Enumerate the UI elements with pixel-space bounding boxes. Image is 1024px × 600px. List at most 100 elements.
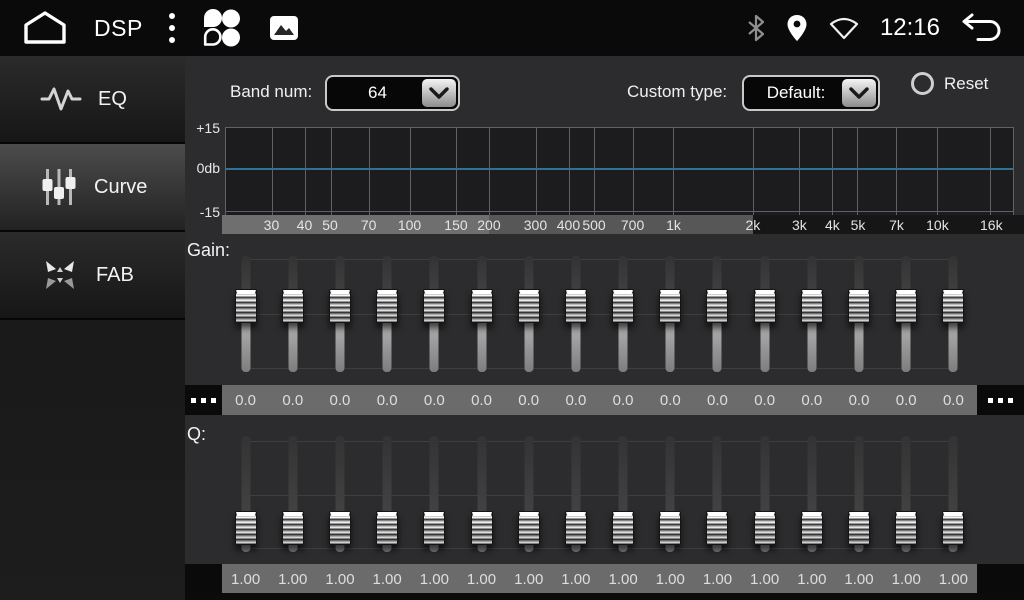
gain-slider-handle[interactable] (659, 289, 681, 323)
sidebar-item-fab[interactable]: FAB (0, 232, 185, 320)
gain-slider-handle[interactable] (754, 289, 776, 323)
sidebar-item-eq[interactable]: EQ (0, 56, 185, 144)
q-value: 1.00 (458, 564, 505, 594)
back-icon[interactable] (960, 13, 1002, 43)
q-slider[interactable] (364, 436, 411, 552)
q-slider-handle[interactable] (282, 511, 304, 545)
q-slider[interactable] (552, 436, 599, 552)
freq-gridline (896, 128, 897, 215)
gain-slider[interactable] (269, 256, 316, 372)
custom-type-select[interactable]: Default: (742, 75, 880, 111)
q-value: 1.00 (835, 564, 882, 594)
y-axis-label-zero: 0db (185, 160, 220, 176)
apps-clover-icon[interactable] (201, 8, 243, 48)
gain-slider-handle[interactable] (612, 289, 634, 323)
gain-slider[interactable] (316, 256, 363, 372)
q-slider[interactable] (600, 436, 647, 552)
gain-slider-handle[interactable] (518, 289, 540, 323)
gain-slider[interactable] (883, 256, 930, 372)
freq-gridline (937, 128, 938, 215)
gain-more-right-button[interactable] (977, 385, 1024, 415)
q-slider[interactable] (505, 436, 552, 552)
sidebar-item-label: Curve (94, 176, 147, 199)
gain-value: 0.0 (269, 385, 316, 415)
q-slider-handle[interactable] (518, 511, 540, 545)
q-slider-handle[interactable] (706, 511, 728, 545)
q-slider[interactable] (694, 436, 741, 552)
q-slider-handle[interactable] (235, 511, 257, 545)
q-slider-handle[interactable] (895, 511, 917, 545)
q-slider-handle[interactable] (376, 511, 398, 545)
gain-slider[interactable] (458, 256, 505, 372)
gain-sliders (222, 256, 977, 372)
q-slider[interactable] (269, 436, 316, 552)
gain-slider[interactable] (788, 256, 835, 372)
q-slider[interactable] (741, 436, 788, 552)
gain-slider-handle[interactable] (848, 289, 870, 323)
q-right-cap (977, 564, 1024, 594)
custom-type-label: Custom type: (627, 82, 727, 102)
gain-slider-handle[interactable] (471, 289, 493, 323)
gain-slider-handle[interactable] (942, 289, 964, 323)
q-value: 1.00 (552, 564, 599, 594)
gain-slider[interactable] (600, 256, 647, 372)
gain-slider-handle[interactable] (282, 289, 304, 323)
q-value: 1.00 (883, 564, 930, 594)
q-slider[interactable] (883, 436, 930, 552)
q-slider-handle[interactable] (801, 511, 823, 545)
freq-tick-label: 40 (297, 217, 313, 233)
dsp-app-screen: DSP 12:16 (0, 0, 1024, 600)
q-slider[interactable] (647, 436, 694, 552)
q-slider-handle[interactable] (754, 511, 776, 545)
q-slider[interactable] (411, 436, 458, 552)
freq-tick-label: 3k (792, 217, 807, 233)
q-slider[interactable] (788, 436, 835, 552)
freq-tick-label: 16k (980, 217, 1003, 233)
freq-gridline (799, 128, 800, 215)
gain-slider-handle[interactable] (423, 289, 445, 323)
gain-slider[interactable] (647, 256, 694, 372)
gallery-icon[interactable] (269, 15, 299, 41)
gain-value: 0.0 (835, 385, 882, 415)
gain-slider-handle[interactable] (235, 289, 257, 323)
gain-slider[interactable] (364, 256, 411, 372)
gain-value: 0.0 (883, 385, 930, 415)
gain-slider-handle[interactable] (706, 289, 728, 323)
gain-slider[interactable] (411, 256, 458, 372)
q-slider-handle[interactable] (848, 511, 870, 545)
gain-slider-handle[interactable] (895, 289, 917, 323)
q-slider[interactable] (222, 436, 269, 552)
q-slider-handle[interactable] (659, 511, 681, 545)
gain-slider[interactable] (930, 256, 977, 372)
gain-slider-handle[interactable] (329, 289, 351, 323)
q-slider-handle[interactable] (565, 511, 587, 545)
reset-button[interactable]: Reset (911, 72, 988, 95)
gain-slider[interactable] (222, 256, 269, 372)
band-num-select[interactable]: 64 (325, 75, 460, 111)
q-slider-handle[interactable] (612, 511, 634, 545)
gain-slider-handle[interactable] (376, 289, 398, 323)
gain-slider[interactable] (835, 256, 882, 372)
q-slider-handle[interactable] (942, 511, 964, 545)
gain-values: 0.00.00.00.00.00.00.00.00.00.00.00.00.00… (222, 385, 977, 415)
sidebar-item-label: FAB (96, 264, 134, 287)
q-slider[interactable] (930, 436, 977, 552)
gain-slider-handle[interactable] (801, 289, 823, 323)
q-slider[interactable] (458, 436, 505, 552)
gain-slider[interactable] (552, 256, 599, 372)
q-slider[interactable] (316, 436, 363, 552)
menu-kebab-icon[interactable] (169, 13, 175, 43)
gain-slider[interactable] (694, 256, 741, 372)
gain-slider[interactable] (505, 256, 552, 372)
q-slider-handle[interactable] (471, 511, 493, 545)
gain-slider[interactable] (741, 256, 788, 372)
q-slider-handle[interactable] (423, 511, 445, 545)
gain-slider-handle[interactable] (565, 289, 587, 323)
clock: 12:16 (880, 14, 940, 42)
sidebar-item-curve[interactable]: Curve (0, 144, 185, 232)
q-slider[interactable] (835, 436, 882, 552)
home-icon[interactable] (22, 10, 68, 46)
gain-value: 0.0 (788, 385, 835, 415)
gain-more-left-button[interactable] (185, 385, 222, 415)
q-slider-handle[interactable] (329, 511, 351, 545)
